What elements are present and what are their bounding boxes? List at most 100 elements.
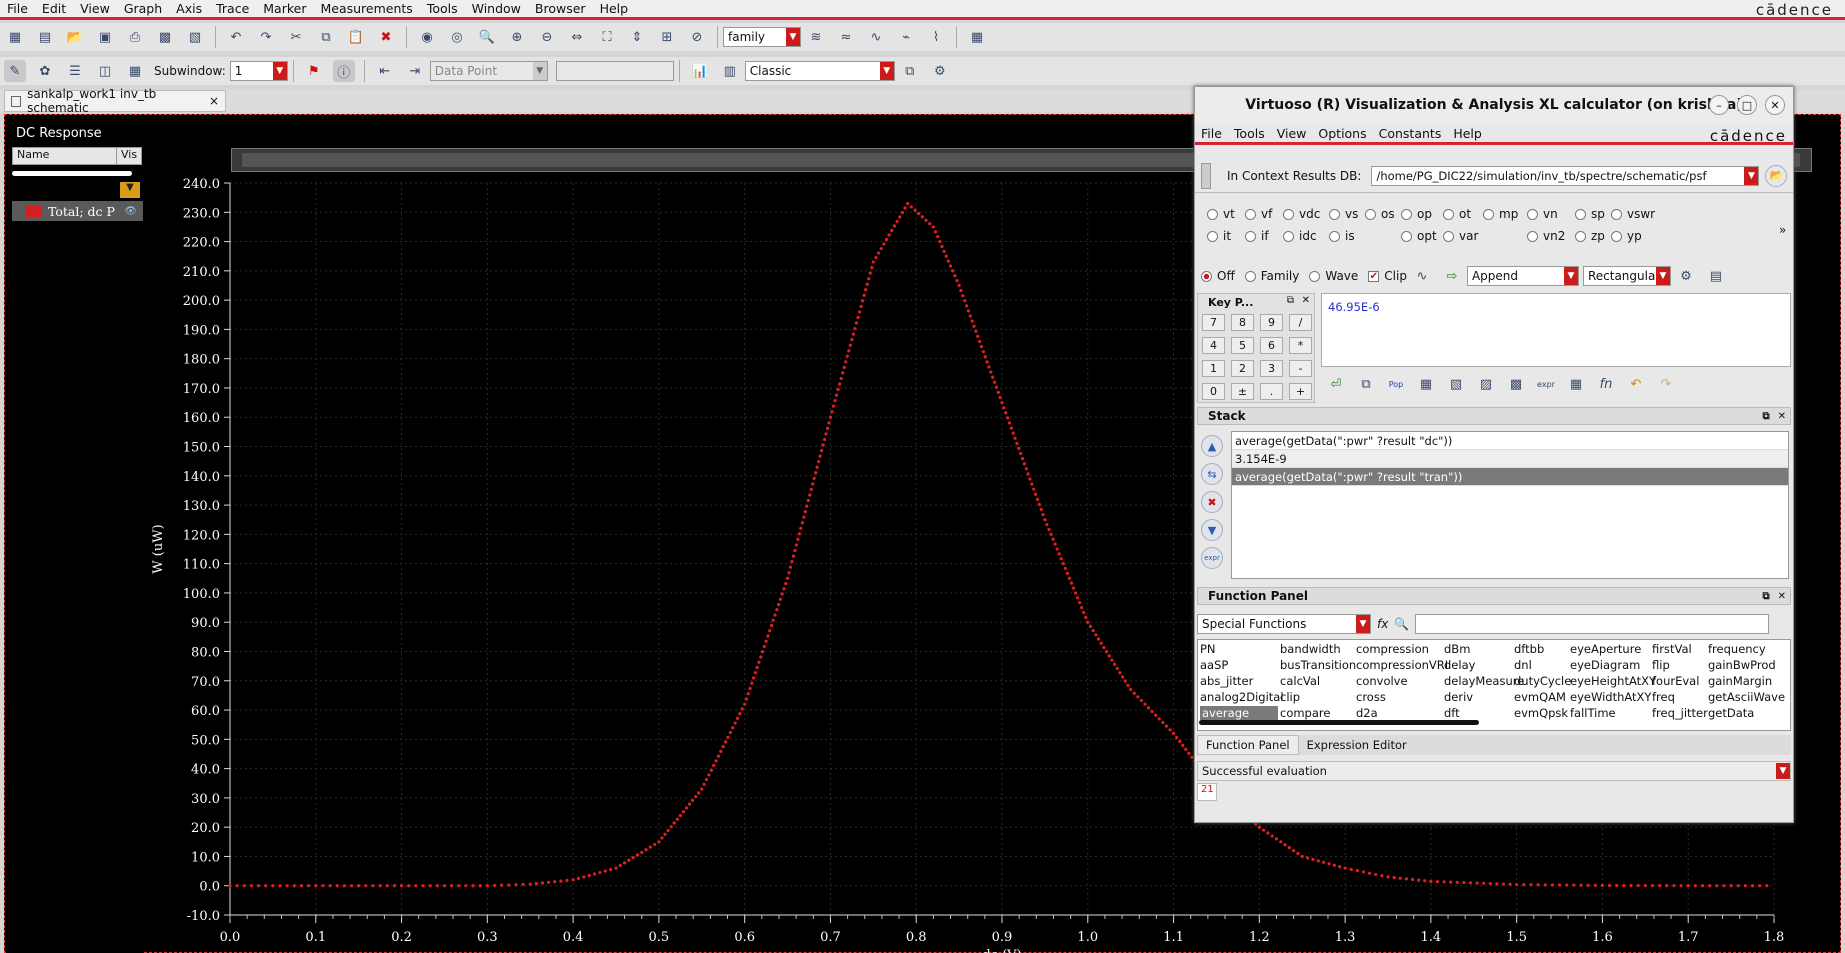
- function-item[interactable]: bandwidth: [1280, 642, 1341, 656]
- function-item[interactable]: busTransition: [1280, 658, 1356, 672]
- function-item[interactable]: eyeHeightAtXY: [1570, 674, 1656, 688]
- pan-left-icon[interactable]: ◉: [416, 26, 438, 48]
- function-item[interactable]: dftbb: [1514, 642, 1544, 656]
- function-item[interactable]: compare: [1280, 706, 1330, 720]
- radio-if[interactable]: if: [1245, 229, 1269, 243]
- paste-icon[interactable]: 📋: [345, 26, 367, 48]
- settings-gear-icon[interactable]: ⚙: [1675, 265, 1697, 287]
- tab-expression-editor[interactable]: Expression Editor: [1299, 735, 1415, 755]
- mode-off-radio[interactable]: Off: [1201, 269, 1235, 283]
- append-combo[interactable]: Append ▼: [1466, 266, 1579, 286]
- function-item[interactable]: abs_jitter: [1200, 674, 1253, 688]
- key-button[interactable]: 1: [1202, 360, 1225, 377]
- card-icon[interactable]: ▦: [124, 60, 146, 82]
- tool-icon-1[interactable]: ▦: [1415, 373, 1437, 395]
- copy-icon[interactable]: ⧉: [315, 26, 337, 48]
- float-icon[interactable]: ⧉: [1762, 411, 1769, 422]
- radio-it[interactable]: it: [1207, 229, 1231, 243]
- trace-icon-3[interactable]: ∿: [865, 26, 887, 48]
- undo-icon[interactable]: ↶: [1625, 373, 1647, 395]
- function-item[interactable]: compressionVRI: [1356, 658, 1448, 672]
- function-item[interactable]: firstVal: [1652, 642, 1692, 656]
- function-item[interactable]: clip: [1280, 690, 1300, 704]
- function-item[interactable]: fallTime: [1570, 706, 1616, 720]
- chevron-down-icon[interactable]: ▼: [1776, 763, 1790, 779]
- close-icon[interactable]: ✕: [1765, 95, 1785, 115]
- clip-checkbox[interactable]: ✔ Clip: [1368, 269, 1407, 283]
- export-icon[interactable]: ▩: [154, 26, 176, 48]
- mode-wave-radio[interactable]: Wave: [1309, 269, 1358, 283]
- copy-expr-icon[interactable]: ⧉: [1355, 373, 1377, 395]
- function-item[interactable]: flip: [1652, 658, 1670, 672]
- subwindow-combo[interactable]: 1 ▼: [229, 61, 288, 81]
- function-item[interactable]: eyeAperture: [1570, 642, 1641, 656]
- radio-vt[interactable]: vt: [1207, 207, 1235, 221]
- function-item[interactable]: freq: [1652, 690, 1675, 704]
- menu-window[interactable]: Window: [465, 1, 528, 16]
- key-button[interactable]: ±: [1231, 383, 1254, 400]
- function-item[interactable]: average: [1200, 706, 1278, 720]
- menu-axis[interactable]: Axis: [169, 1, 209, 16]
- data-point-value-field[interactable]: [555, 61, 674, 81]
- function-category-combo[interactable]: Special Functions ▼: [1197, 614, 1371, 634]
- menu-file[interactable]: File: [0, 1, 35, 16]
- float-icon[interactable]: ⧉: [1287, 295, 1294, 306]
- menu-view[interactable]: View: [73, 1, 117, 16]
- zoom-x-icon[interactable]: ⇔: [566, 26, 588, 48]
- function-item[interactable]: PN: [1200, 642, 1216, 656]
- radio-vswr[interactable]: vswr: [1611, 207, 1655, 221]
- style-combo[interactable]: Classic ▼: [744, 61, 895, 81]
- zoom-reset-icon[interactable]: ⊘: [686, 26, 708, 48]
- trace-scrollbar[interactable]: [12, 171, 132, 176]
- menu-marker[interactable]: Marker: [256, 1, 313, 16]
- function-item[interactable]: evmQpsk: [1514, 706, 1568, 720]
- stack-item[interactable]: 3.154E-9: [1232, 450, 1788, 468]
- radio-vn2[interactable]: vn2: [1527, 229, 1565, 243]
- radio-is[interactable]: is: [1329, 229, 1355, 243]
- function-item[interactable]: delay: [1444, 658, 1475, 672]
- function-item[interactable]: fourEval: [1652, 674, 1699, 688]
- calc-menu-help[interactable]: Help: [1447, 126, 1488, 141]
- radio-vdc[interactable]: vdc: [1283, 207, 1320, 221]
- radio-mp[interactable]: mp: [1483, 207, 1518, 221]
- window-icon[interactable]: ⧉: [899, 60, 921, 82]
- calc-menu-constants[interactable]: Constants: [1373, 126, 1448, 141]
- key-button[interactable]: 5: [1231, 337, 1254, 354]
- key-button[interactable]: 3: [1260, 360, 1283, 377]
- tool-icon-3[interactable]: ▨: [1475, 373, 1497, 395]
- stack-expr-icon[interactable]: expr: [1201, 547, 1223, 569]
- vis-column-header[interactable]: Vis: [117, 148, 137, 164]
- expr-table-icon[interactable]: ▦: [1565, 373, 1587, 395]
- menu-edit[interactable]: Edit: [35, 1, 73, 16]
- function-item[interactable]: gainBwProd: [1708, 658, 1776, 672]
- key-button[interactable]: 9: [1260, 314, 1283, 331]
- stack-item[interactable]: average(getData(":pwr" ?result "dc")): [1232, 432, 1788, 450]
- function-item[interactable]: deriv: [1444, 690, 1473, 704]
- enter-icon[interactable]: ⏎: [1325, 373, 1347, 395]
- stack-swap-icon[interactable]: ⇆: [1201, 463, 1223, 485]
- close-icon[interactable]: ×: [209, 94, 219, 108]
- pop-insert-icon[interactable]: Pop: [1385, 373, 1407, 395]
- expression-buffer[interactable]: 46.95E-6: [1321, 293, 1791, 367]
- eye-icon[interactable]: 👁: [124, 206, 137, 217]
- key-button[interactable]: 6: [1260, 337, 1283, 354]
- family-combo[interactable]: family ▼: [723, 27, 801, 47]
- radio-vf[interactable]: vf: [1245, 207, 1272, 221]
- minimize-icon[interactable]: –: [1709, 95, 1729, 115]
- calc-menu-options[interactable]: Options: [1312, 126, 1372, 141]
- cut-icon[interactable]: ✂: [285, 26, 307, 48]
- calc-menu-file[interactable]: File: [1195, 126, 1228, 141]
- radio-ot[interactable]: ot: [1443, 207, 1471, 221]
- strip-icon[interactable]: ☰: [64, 60, 86, 82]
- trace-icon-1[interactable]: ≋: [805, 26, 827, 48]
- calc-menu-view[interactable]: View: [1271, 126, 1313, 141]
- zoom-out-icon[interactable]: ⊖: [536, 26, 558, 48]
- float-icon[interactable]: ⧉: [1762, 591, 1769, 602]
- function-search-input[interactable]: [1415, 614, 1770, 634]
- calculator-icon[interactable]: ▥: [719, 60, 741, 82]
- function-item[interactable]: convolve: [1356, 674, 1408, 688]
- new-window-icon[interactable]: ▦: [4, 26, 26, 48]
- radio-zp[interactable]: zp: [1575, 229, 1605, 243]
- close-icon[interactable]: ✕: [1778, 411, 1786, 422]
- function-item[interactable]: dft: [1444, 706, 1460, 720]
